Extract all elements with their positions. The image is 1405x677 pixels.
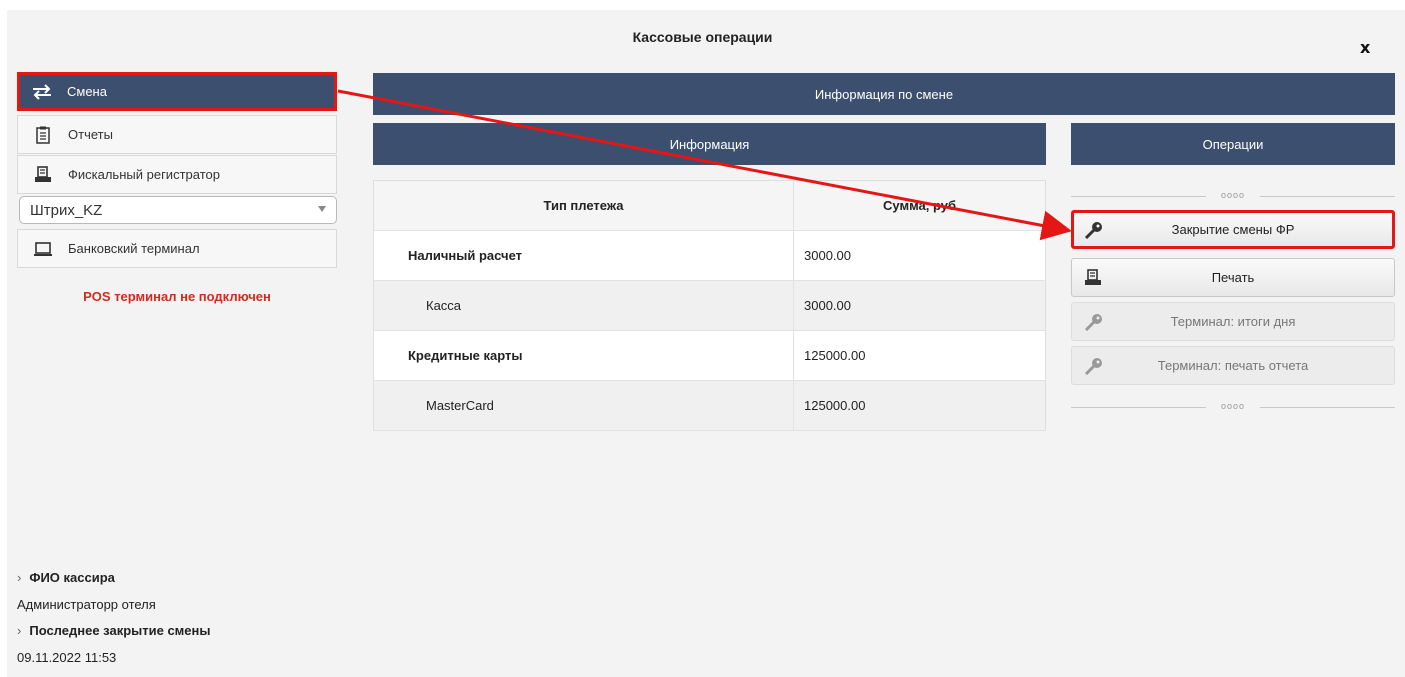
printer-icon [32,165,54,184]
sidebar-item-reports[interactable]: Отчеты [17,115,337,154]
last-close-label: Последнее закрытие смены [29,623,211,638]
amount-cell: 125000.00 [793,380,1046,431]
payments-table: Тип плетежа Сумма, руб Наличный расчет 3… [373,180,1046,431]
column-header-amount: Сумма, руб [793,180,1046,231]
table-header-row: Тип плетежа Сумма, руб [373,180,1046,231]
separator-label: oooo [1206,190,1260,200]
button-label: Терминал: итоги дня [1170,314,1296,329]
terminal-day-totals-button[interactable]: Терминал: итоги дня [1071,302,1395,341]
chevron-right-icon: › [17,623,22,638]
device-select[interactable]: Штрих_KZ [19,196,337,224]
clipboard-icon [32,126,54,144]
cashier-label: ФИО кассира [29,570,115,585]
button-label: Печать [1211,270,1255,285]
sidebar-item-label: Смена [67,84,107,99]
sidebar-item-label: Фискальный регистратор [68,167,220,182]
info-header: Информация [373,123,1046,165]
payment-type-cell: Наличный расчет [373,230,794,281]
key-icon [1084,313,1104,334]
printer-icon [1084,269,1102,290]
button-label: Терминал: печать отчета [1157,358,1309,373]
sidebar-item-label: Банковский терминал [68,241,200,256]
chevron-right-icon: › [17,570,22,585]
table-row: MasterCard 125000.00 [373,380,1046,431]
shift-info-header: Информация по смене [373,73,1395,115]
sidebar-item-bank-terminal[interactable]: Банковский терминал [17,229,337,268]
key-icon [1084,357,1104,378]
table-row: Наличный расчет 3000.00 [373,230,1046,281]
cashier-section-header: › ФИО кассира [17,570,115,585]
separator-label: oooo [1206,401,1260,411]
pos-status-text: POS терминал не подключен [83,289,271,304]
print-button[interactable]: Печать [1071,258,1395,297]
amount-cell: 3000.00 [793,280,1046,331]
chevron-down-icon [318,206,326,212]
device-select-value: Штрих_KZ [30,201,103,219]
sidebar-item-fiscal-registrar[interactable]: Фискальный регистратор [17,155,337,194]
amount-cell: 3000.00 [793,230,1046,281]
close-shift-fr-button[interactable]: Закрытие смены ФР [1071,210,1395,249]
cashier-name: Администраторр отеля [17,597,156,612]
table-row: Касса 3000.00 [373,280,1046,331]
payment-type-cell: MasterCard [373,380,794,431]
last-close-section-header: › Последнее закрытие смены [17,623,210,638]
payment-type-cell: Касса [373,280,794,331]
column-header-payment-type: Тип плетежа [373,180,794,231]
payment-type-cell: Кредитные карты [373,330,794,381]
table-row: Кредитные карты 125000.00 [373,330,1046,381]
sidebar-item-label: Отчеты [68,127,113,142]
laptop-icon [32,241,54,257]
button-label: Закрытие смены ФР [1171,222,1295,237]
sidebar-item-shift[interactable]: Смена [17,72,337,111]
operations-header: Операции [1071,123,1395,165]
close-button[interactable]: x [1360,38,1370,57]
key-icon [1084,221,1104,242]
amount-cell: 125000.00 [793,330,1046,381]
terminal-print-report-button[interactable]: Терминал: печать отчета [1071,346,1395,385]
dialog-title: Кассовые операции [632,29,773,45]
swap-arrows-icon [31,83,53,100]
last-close-value: 09.11.2022 11:53 [17,650,117,665]
